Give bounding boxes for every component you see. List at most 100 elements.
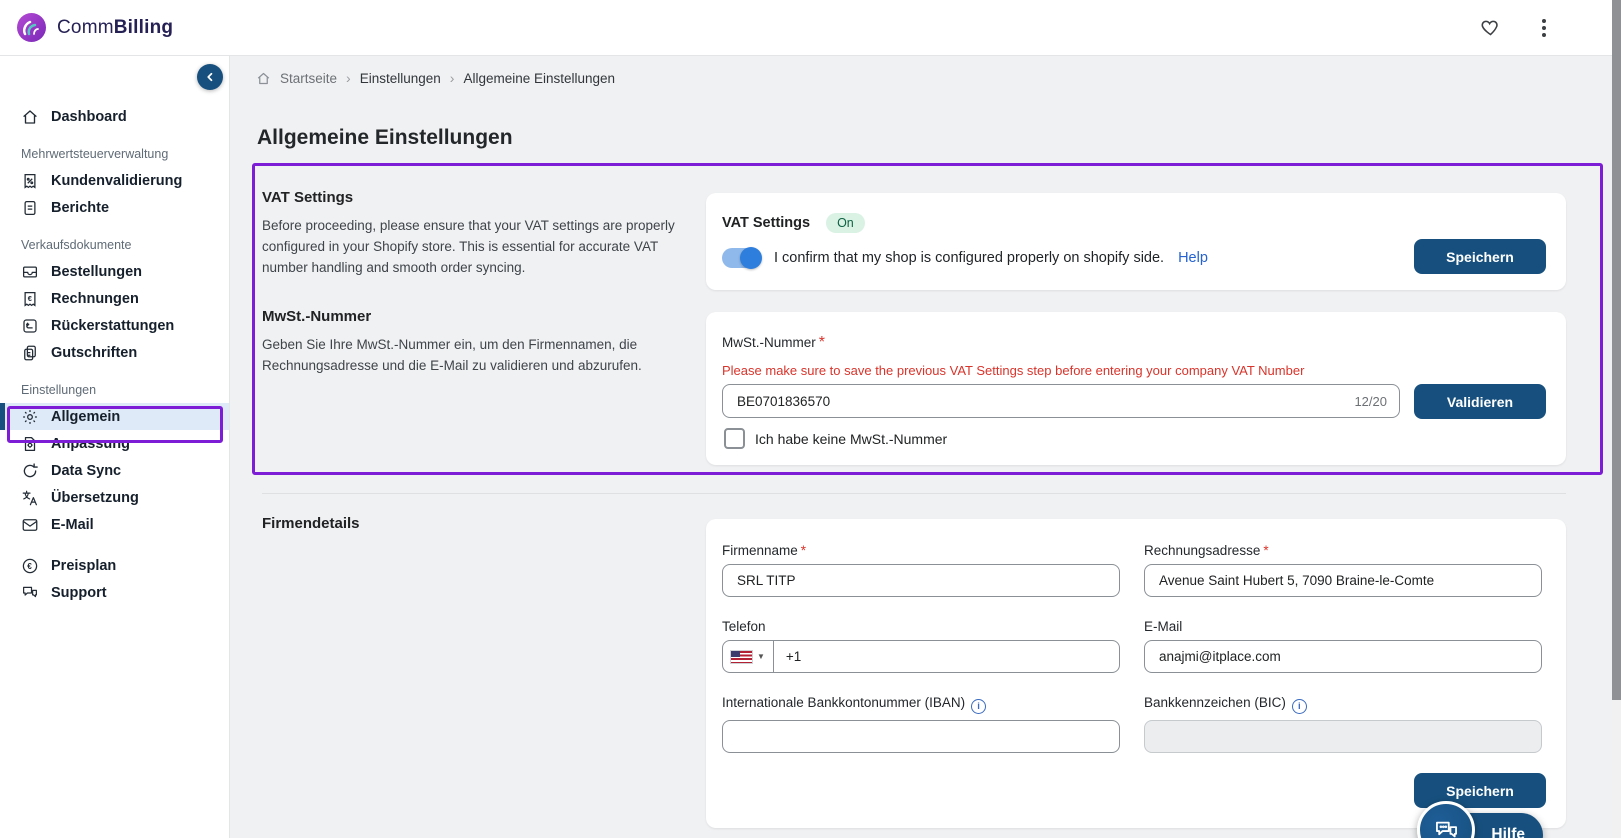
- vat-confirm-toggle[interactable]: [722, 247, 762, 269]
- field-telefon: Telefon: [722, 619, 1120, 673]
- info-icon[interactable]: [1291, 699, 1307, 714]
- sidebar-item-label: Allgemein: [51, 408, 121, 425]
- sidebar-item-label: Gutschriften: [51, 344, 138, 361]
- email-input[interactable]: [1157, 648, 1529, 665]
- sidebar-nav: Dashboard Mehrwertsteuerverwaltung Kunde…: [0, 55, 229, 606]
- scrollbar-track[interactable]: [1612, 0, 1621, 838]
- credit-note-icon: [21, 344, 39, 362]
- sidebar-section-sales-documents: Verkaufsdokumente: [21, 238, 132, 252]
- breadcrumb-item-einstellungen[interactable]: Einstellungen: [360, 71, 441, 86]
- sidebar-item-berichte[interactable]: Berichte: [0, 194, 229, 221]
- app-logo-icon: [15, 11, 48, 44]
- refund-icon: [21, 317, 39, 335]
- bic-label: Bankkennzeichen (BIC): [1144, 695, 1286, 710]
- breadcrumb-item-startseite[interactable]: Startseite: [280, 71, 337, 86]
- vat-number-card: MwSt.-Nummer * Please make sure to save t…: [706, 312, 1566, 465]
- company-details-heading: Firmendetails: [262, 515, 360, 532]
- chevron-right-icon: [346, 70, 351, 86]
- topbar: CommBilling: [0, 0, 1621, 56]
- chevron-down-icon: [757, 652, 765, 661]
- help-link[interactable]: Help: [1178, 250, 1208, 266]
- toggle-knob: [740, 247, 762, 269]
- no-vat-checkbox[interactable]: [724, 428, 745, 449]
- section-divider: [262, 493, 1566, 494]
- email-label: E-Mail: [1144, 619, 1183, 634]
- receipt-percent-icon: [21, 172, 39, 190]
- favorite-heart-icon[interactable]: [1478, 16, 1502, 40]
- more-menu-icon[interactable]: [1532, 16, 1556, 40]
- main-content: Startseite Einstellungen Allgemeine Eins…: [230, 55, 1612, 838]
- sidebar-item-support[interactable]: Support: [0, 579, 229, 606]
- sync-icon: [21, 462, 39, 480]
- vat-settings-description: Before proceeding, please ensure that yo…: [262, 218, 675, 276]
- telefon-input[interactable]: [773, 641, 1119, 672]
- sidebar-item-rueckerstattungen[interactable]: Rückerstattungen: [0, 312, 229, 339]
- app-root: CommBilling Dashboard Mehrwertsteuerverw…: [0, 0, 1621, 838]
- vat-card-title: VAT Settings: [722, 215, 811, 231]
- sidebar-item-data-sync[interactable]: Data Sync: [0, 457, 229, 484]
- sidebar-collapse-button[interactable]: [197, 64, 223, 90]
- sidebar-item-label: Anpassung: [51, 435, 130, 452]
- sidebar-item-rechnungen[interactable]: € Rechnungen: [0, 285, 229, 312]
- scrollbar-thumb[interactable]: [1612, 0, 1621, 700]
- vat-number-input-wrap: 12/20: [722, 384, 1400, 418]
- required-mark: *: [818, 334, 825, 351]
- sidebar-item-preisplan[interactable]: € Preisplan: [0, 552, 229, 579]
- field-bic: Bankkennzeichen (BIC): [1144, 695, 1542, 753]
- translate-icon: [21, 489, 39, 507]
- sidebar-item-label: Kundenvalidierung: [51, 172, 183, 189]
- euro-circle-icon: €: [21, 557, 39, 575]
- sidebar-item-label: Data Sync: [51, 462, 122, 479]
- required-mark: *: [800, 543, 807, 558]
- sidebar-item-bestellungen[interactable]: Bestellungen: [0, 258, 229, 285]
- breadcrumb-item-allgemeine-einstellungen[interactable]: Allgemeine Einstellungen: [463, 71, 615, 86]
- sidebar-item-kundenvalidierung[interactable]: Kundenvalidierung: [0, 167, 229, 194]
- sidebar-item-label: E-Mail: [51, 516, 94, 533]
- sidebar-item-label: Rechnungen: [51, 290, 139, 307]
- no-vat-checkbox-label: Ich habe keine MwSt.-Nummer: [755, 430, 948, 447]
- sidebar-item-dashboard[interactable]: Dashboard: [0, 103, 229, 130]
- sidebar-item-label: Preisplan: [51, 557, 117, 574]
- field-iban: Internationale Bankkontonummer (IBAN): [722, 695, 1120, 753]
- sidebar-item-gutschriften[interactable]: Gutschriften: [0, 339, 229, 366]
- chat-icon: [21, 584, 39, 602]
- company-details-intro: Firmendetails: [262, 515, 360, 532]
- sidebar-item-label: Berichte: [51, 199, 110, 216]
- vat-save-button[interactable]: Speichern: [1414, 239, 1546, 274]
- brand: CommBilling: [15, 11, 173, 44]
- status-badge: On: [826, 213, 865, 233]
- sidebar: Dashboard Mehrwertsteuerverwaltung Kunde…: [0, 55, 230, 838]
- no-vat-checkbox-row: Ich habe keine MwSt.-Nummer: [724, 428, 947, 449]
- page-title: Allgemeine Einstellungen: [257, 126, 513, 150]
- required-mark: *: [1263, 543, 1269, 558]
- firmenname-label: Firmenname: [722, 543, 798, 558]
- sidebar-item-email[interactable]: E-Mail: [0, 511, 229, 538]
- info-icon[interactable]: [971, 699, 987, 714]
- svg-text:€: €: [28, 293, 33, 302]
- validate-button[interactable]: Validieren: [1414, 384, 1546, 419]
- breadcrumb: Startseite Einstellungen Allgemeine Eins…: [256, 70, 615, 86]
- company-details-card: Firmenname* Rechnungsadresse* Telefon: [706, 519, 1566, 828]
- sidebar-item-allgemein[interactable]: Allgemein: [0, 403, 229, 430]
- phone-country-selector[interactable]: [723, 641, 774, 672]
- help-button-label: Hilfe: [1491, 826, 1525, 838]
- rechnungsadresse-input[interactable]: [1157, 572, 1529, 589]
- sidebar-section-vat-management: Mehrwertsteuerverwaltung: [21, 147, 169, 161]
- vat-number-label: MwSt.-Nummer: [722, 335, 816, 350]
- breadcrumb-home-icon[interactable]: [256, 71, 271, 86]
- bic-input: [1157, 728, 1529, 745]
- vat-number-warning: Please make sure to save the previous VA…: [722, 363, 1305, 378]
- vat-number-input[interactable]: [735, 392, 1347, 410]
- field-email: E-Mail: [1144, 619, 1542, 673]
- iban-input[interactable]: [735, 728, 1107, 745]
- vat-number-heading: MwSt.-Nummer: [262, 308, 372, 325]
- customize-icon: [21, 435, 39, 453]
- firmenname-input[interactable]: [735, 572, 1107, 589]
- sidebar-item-uebersetzung[interactable]: Übersetzung: [0, 484, 229, 511]
- chevron-right-icon: [450, 70, 455, 86]
- vat-settings-section-intro: VAT Settings Before proceeding, please e…: [262, 189, 682, 278]
- sidebar-item-label: Übersetzung: [51, 489, 139, 506]
- sidebar-item-anpassung[interactable]: Anpassung: [0, 430, 229, 457]
- iban-label: Internationale Bankkontonummer (IBAN): [722, 695, 966, 710]
- vat-settings-heading: VAT Settings: [262, 189, 354, 206]
